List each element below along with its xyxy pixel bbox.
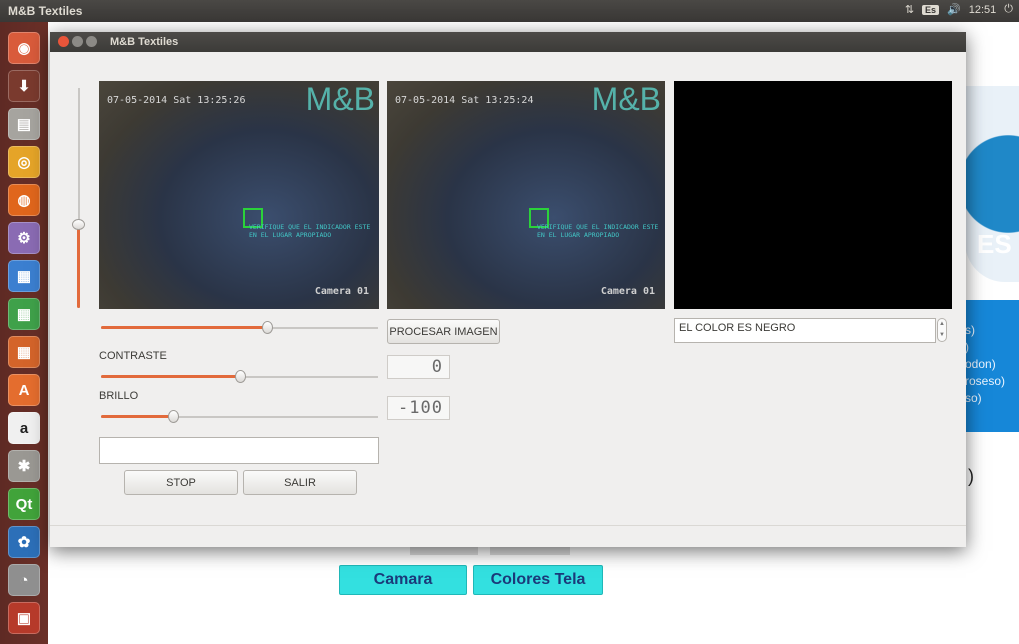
lcd-display-1: 0 — [387, 355, 450, 379]
stop-button[interactable]: STOP — [124, 470, 238, 495]
amazon-icon[interactable]: a — [8, 412, 40, 444]
camera-feed-2: 07-05-2014 Sat 13:25:24 M&B VERIFIQUE QU… — [387, 81, 665, 309]
camera-logo: M&B — [305, 81, 375, 117]
launcher: ◉ ⬇ ▤ ◎ ◍ ⚙ ▦ ▦ ▦ A a ✱ Qt ✿ ◔ ▣ — [0, 22, 48, 644]
network-icon[interactable]: ⇅ — [905, 3, 914, 16]
impress-icon[interactable]: ▦ — [8, 336, 40, 368]
background-logo: ES — [965, 86, 1019, 282]
slider-fill — [101, 375, 240, 378]
background-info-panel: s) ) odon) roseso) so) — [965, 300, 1019, 432]
settings-gear-icon[interactable]: ⚙ — [8, 222, 40, 254]
window-title: M&B Textiles — [110, 36, 179, 48]
active-app-title: M&B Textiles — [8, 4, 83, 18]
camera-overlay-text: VERIFIQUE QUE EL INDICADOR ESTE EN EL LU… — [249, 223, 371, 239]
spin-arrows-icon[interactable]: ▲ ▼ — [937, 318, 947, 342]
camera-timestamp: 07-05-2014 Sat 13:25:24 — [395, 95, 534, 106]
camera-label: Camera 01 — [314, 286, 369, 297]
camera-feed-1: 07-05-2014 Sat 13:25:26 M&B VERIFIQUE QU… — [99, 81, 379, 309]
firefox-icon[interactable]: ◍ — [8, 184, 40, 216]
top-slider[interactable] — [101, 321, 378, 335]
writer-icon[interactable]: ▦ — [8, 260, 40, 292]
chrome-icon[interactable]: ◎ — [8, 146, 40, 178]
window-titlebar[interactable]: M&B Textiles — [50, 32, 966, 52]
background-paren: ) — [968, 466, 974, 486]
salir-button[interactable]: SALIR — [243, 470, 357, 495]
lcd-display-2: -100 — [387, 396, 450, 420]
workspace-icon[interactable]: ▣ — [8, 602, 40, 634]
system-tray: ⇅ Es 🔊 12:51 ⏻ — [905, 3, 1013, 16]
vertical-slider[interactable] — [72, 88, 85, 308]
installer-icon[interactable]: ⬇ — [8, 70, 40, 102]
system-settings-icon[interactable]: ✱ — [8, 450, 40, 482]
app-paw-icon[interactable]: ✿ — [8, 526, 40, 558]
qt-creator-icon[interactable]: Qt — [8, 488, 40, 520]
result-image — [674, 81, 952, 309]
camera-logo: M&B — [591, 81, 661, 117]
text-input[interactable] — [99, 437, 379, 464]
contraste-label: CONTRASTE — [99, 350, 167, 362]
software-center-icon[interactable]: A — [8, 374, 40, 406]
slider-fill — [101, 326, 268, 329]
calc-icon[interactable]: ▦ — [8, 298, 40, 330]
camera-timestamp: 07-05-2014 Sat 13:25:26 — [107, 95, 246, 106]
slider-fill — [101, 415, 174, 418]
slider-handle[interactable] — [234, 370, 246, 383]
keyboard-layout-indicator[interactable]: Es — [922, 4, 940, 15]
camera-overlay-text: VERIFIQUE QUE EL INDICADOR ESTE EN EL LU… — [537, 223, 659, 239]
close-icon[interactable] — [58, 36, 69, 47]
brillo-label: BRILLO — [99, 390, 139, 402]
volume-icon[interactable]: 🔊 — [947, 3, 961, 16]
contraste-slider[interactable] — [101, 370, 378, 384]
color-result-field[interactable]: EL COLOR ES NEGRO — [674, 318, 936, 343]
brillo-slider[interactable] — [101, 410, 378, 424]
slider-handle[interactable] — [262, 321, 274, 334]
webcam-icon[interactable]: ◔ — [8, 564, 40, 596]
dash-home-icon[interactable]: ◉ — [8, 32, 40, 64]
maximize-icon[interactable] — [86, 36, 97, 47]
minimize-icon[interactable] — [72, 36, 83, 47]
top-panel: M&B Textiles ⇅ Es 🔊 12:51 ⏻ — [0, 0, 1019, 22]
camara-button[interactable]: Camara — [339, 565, 467, 595]
power-icon[interactable]: ⏻ — [1004, 3, 1013, 16]
camera-label: Camera 01 — [600, 286, 655, 297]
slider-fill — [77, 224, 80, 308]
procesar-imagen-button[interactable]: PROCESAR IMAGEN — [387, 319, 500, 344]
files-icon[interactable]: ▤ — [8, 108, 40, 140]
bottom-separator — [50, 525, 966, 526]
colores-tela-button[interactable]: Colores Tela — [473, 565, 603, 595]
slider-handle[interactable] — [168, 410, 180, 423]
clock[interactable]: 12:51 — [969, 4, 997, 16]
